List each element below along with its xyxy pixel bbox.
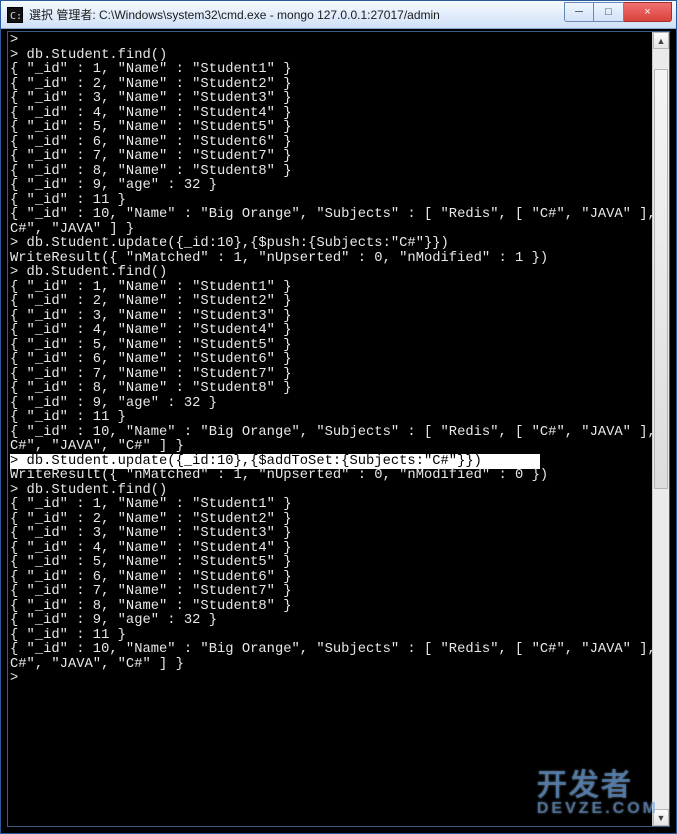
scroll-track[interactable] — [653, 49, 669, 809]
terminal-line: { "_id" : 9, "age" : 32 } — [10, 397, 650, 412]
terminal-line: > db.Student.find() — [10, 49, 650, 64]
cmd-icon: C: — [7, 7, 23, 23]
terminal-line: WriteResult({ "nMatched" : 1, "nUpserted… — [10, 252, 650, 267]
terminal-line: { "_id" : 2, "Name" : "Student2" } — [10, 295, 650, 310]
terminal-line: { "_id" : 4, "Name" : "Student4" } — [10, 107, 650, 122]
terminal-line: { "_id" : 2, "Name" : "Student2" } — [10, 78, 650, 93]
svg-text:C:: C: — [10, 11, 22, 22]
terminal-line: { "_id" : 3, "Name" : "Student3" } — [10, 527, 650, 542]
selected-text: > db.Student.update({_id:10},{$addToSet:… — [10, 454, 540, 469]
terminal-line: > db.Student.find() — [10, 484, 650, 499]
terminal-line: > db.Student.find() — [10, 266, 650, 281]
terminal-line: { "_id" : 1, "Name" : "Student1" } — [10, 63, 650, 78]
terminal-line: { "_id" : 9, "age" : 32 } — [10, 179, 650, 194]
terminal-line: { "_id" : 10, "Name" : "Big Orange", "Su… — [10, 426, 650, 441]
terminal-line: { "_id" : 11 } — [10, 194, 650, 209]
terminal-line: { "_id" : 10, "Name" : "Big Orange", "Su… — [10, 643, 650, 658]
maximize-button[interactable]: □ — [594, 2, 624, 22]
terminal-line: { "_id" : 7, "Name" : "Student7" } — [10, 368, 650, 383]
window-buttons: ─ □ × — [564, 2, 672, 22]
terminal-line: { "_id" : 2, "Name" : "Student2" } — [10, 513, 650, 528]
terminal-line: > — [10, 672, 650, 687]
terminal-line: { "_id" : 8, "Name" : "Student8" } — [10, 382, 650, 397]
terminal-line: > db.Student.update({_id:10},{$push:{Sub… — [10, 237, 650, 252]
terminal-line: { "_id" : 3, "Name" : "Student3" } — [10, 92, 650, 107]
terminal-line: { "_id" : 7, "Name" : "Student7" } — [10, 150, 650, 165]
terminal-line: { "_id" : 8, "Name" : "Student8" } — [10, 165, 650, 180]
terminal-line: { "_id" : 11 } — [10, 411, 650, 426]
terminal-line: { "_id" : 9, "age" : 32 } — [10, 614, 650, 629]
terminal-line: WriteResult({ "nMatched" : 1, "nUpserted… — [10, 469, 650, 484]
terminal-line: > — [10, 34, 650, 49]
terminal-line: { "_id" : 4, "Name" : "Student4" } — [10, 324, 650, 339]
terminal-line: { "_id" : 5, "Name" : "Student5" } — [10, 556, 650, 571]
scroll-thumb[interactable] — [654, 69, 668, 489]
terminal-output[interactable]: >> db.Student.find(){ "_id" : 1, "Name" … — [8, 32, 652, 826]
terminal-line: { "_id" : 1, "Name" : "Student1" } — [10, 281, 650, 296]
terminal-line: C#", "JAVA", "C#" ] } — [10, 658, 650, 673]
client-area: >> db.Student.find(){ "_id" : 1, "Name" … — [7, 31, 670, 827]
terminal-line: { "_id" : 8, "Name" : "Student8" } — [10, 600, 650, 615]
scroll-down-button[interactable]: ▼ — [653, 809, 669, 826]
terminal-line: { "_id" : 6, "Name" : "Student6" } — [10, 353, 650, 368]
terminal-line: > db.Student.update({_id:10},{$addToSet:… — [10, 455, 650, 470]
terminal-line: C#", "JAVA" ] } — [10, 223, 650, 238]
minimize-button[interactable]: ─ — [564, 2, 594, 22]
terminal-line: C#", "JAVA", "C#" ] } — [10, 440, 650, 455]
terminal-line: { "_id" : 7, "Name" : "Student7" } — [10, 585, 650, 600]
terminal-line: { "_id" : 6, "Name" : "Student6" } — [10, 136, 650, 151]
vertical-scrollbar[interactable]: ▲ ▼ — [652, 32, 669, 826]
terminal-line: { "_id" : 6, "Name" : "Student6" } — [10, 571, 650, 586]
terminal-line: { "_id" : 1, "Name" : "Student1" } — [10, 498, 650, 513]
terminal-line: { "_id" : 5, "Name" : "Student5" } — [10, 339, 650, 354]
terminal-line: { "_id" : 11 } — [10, 629, 650, 644]
cmd-window: C: 選択 管理者: C:\Windows\system32\cmd.exe -… — [0, 0, 677, 834]
terminal-line: { "_id" : 4, "Name" : "Student4" } — [10, 542, 650, 557]
titlebar[interactable]: C: 選択 管理者: C:\Windows\system32\cmd.exe -… — [1, 1, 676, 29]
close-button[interactable]: × — [624, 2, 672, 22]
scroll-up-button[interactable]: ▲ — [653, 32, 669, 49]
terminal-line: { "_id" : 10, "Name" : "Big Orange", "Su… — [10, 208, 650, 223]
window-title: 選択 管理者: C:\Windows\system32\cmd.exe - mo… — [29, 6, 564, 23]
terminal-line: { "_id" : 5, "Name" : "Student5" } — [10, 121, 650, 136]
terminal-line: { "_id" : 3, "Name" : "Student3" } — [10, 310, 650, 325]
